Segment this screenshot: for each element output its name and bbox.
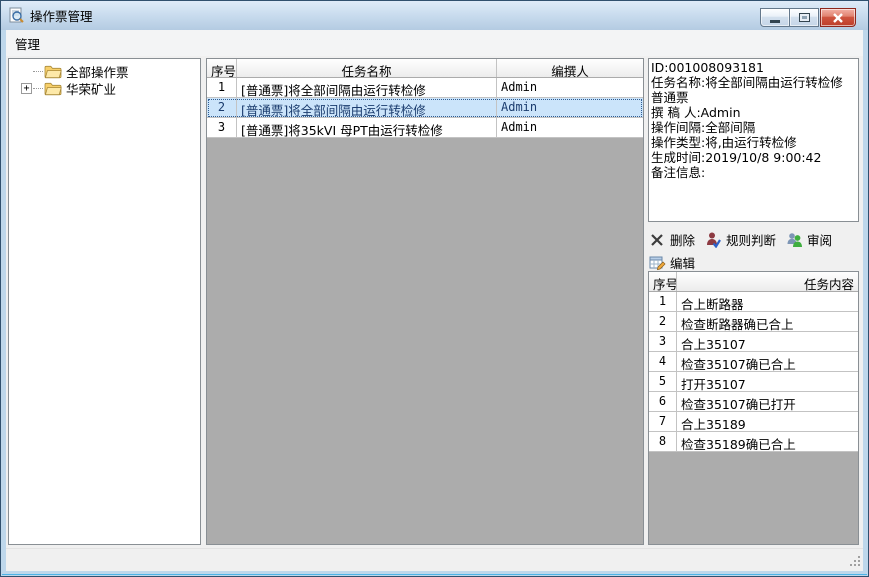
step-grid-panel: 序号 任务内容 1 合上断路器 2 检查断路器确已合上 xyxy=(648,271,859,545)
review-button[interactable]: 审阅 xyxy=(786,230,832,249)
step-row[interactable]: 4 检查35107确已合上 xyxy=(649,352,858,372)
edit-button[interactable]: 编辑 xyxy=(649,253,695,272)
task-name: [普通票]将全部间隔由运行转检修 xyxy=(237,78,497,97)
step-table-header: 序号 任务内容 xyxy=(649,272,858,292)
delete-button[interactable]: 删除 xyxy=(649,230,695,249)
header-step-content[interactable]: 任务内容 xyxy=(677,272,858,291)
step-row[interactable]: 3 合上35107 xyxy=(649,332,858,352)
step-row[interactable]: 8 检查35189确已合上 xyxy=(649,432,858,452)
tree-line xyxy=(33,88,43,89)
close-icon xyxy=(832,13,844,23)
tree-line xyxy=(33,71,43,72)
ticket-details: ID:001008093181 任务名称:将全部间隔由运行转检修 普通票 撰 稿… xyxy=(648,58,859,222)
edit-icon xyxy=(649,254,666,271)
task-grid-panel: 序号 任务名称 编撰人 1 [普通票]将全部间隔由运行转检修 Admin 2 [… xyxy=(206,58,644,545)
review-icon xyxy=(786,231,803,248)
folder-icon xyxy=(44,64,62,79)
menubar: 管理 xyxy=(6,30,863,56)
step-content: 打开35107 xyxy=(677,372,858,391)
titlebar: 操作票管理 xyxy=(1,1,868,30)
step-row[interactable]: 7 合上35189 xyxy=(649,412,858,432)
detail-panel: ID:001008093181 任务名称:将全部间隔由运行转检修 普通票 撰 稿… xyxy=(647,58,860,545)
step-row[interactable]: 1 合上断路器 xyxy=(649,292,858,312)
step-no: 6 xyxy=(649,392,677,411)
tree-item-label: 华荣矿业 xyxy=(66,79,116,98)
step-no: 5 xyxy=(649,372,677,391)
edit-toolbar: 编辑 xyxy=(649,251,705,273)
app-icon xyxy=(8,7,25,24)
header-author[interactable]: 编撰人 xyxy=(497,59,643,77)
step-row[interactable]: 5 打开35107 xyxy=(649,372,858,392)
task-author: Admin xyxy=(497,118,643,137)
step-row[interactable]: 2 检查断路器确已合上 xyxy=(649,312,858,332)
statusbar xyxy=(6,548,863,569)
rule-check-icon xyxy=(705,231,722,248)
step-content: 合上35107 xyxy=(677,332,858,351)
step-content: 检查35189确已合上 xyxy=(677,432,858,451)
minimize-button[interactable] xyxy=(760,8,790,27)
step-content: 合上断路器 xyxy=(677,292,858,311)
tree-item[interactable]: + 华荣矿业 xyxy=(9,80,200,97)
task-row[interactable]: 2 [普通票]将全部间隔由运行转检修 Admin xyxy=(207,98,643,118)
folder-icon xyxy=(44,81,62,96)
action-toolbar: 删除 规则判断 审 xyxy=(649,228,842,250)
delete-icon xyxy=(649,231,666,248)
header-no[interactable]: 序号 xyxy=(207,59,237,77)
step-no: 4 xyxy=(649,352,677,371)
expand-icon[interactable]: + xyxy=(21,83,32,94)
step-content: 合上35189 xyxy=(677,412,858,431)
window-body: + 全部操作票 + xyxy=(6,56,863,571)
task-name: [普通票]将全部间隔由运行转检修 xyxy=(237,98,497,117)
step-no: 1 xyxy=(649,292,677,311)
step-no: 7 xyxy=(649,412,677,431)
tree-item[interactable]: + 全部操作票 xyxy=(9,63,200,80)
menu-manage[interactable]: 管理 xyxy=(6,31,49,56)
task-row[interactable]: 3 [普通票]将35kVⅠ 母PT由运行转检修 Admin xyxy=(207,118,643,138)
window-title: 操作票管理 xyxy=(30,6,93,25)
task-table-header: 序号 任务名称 编撰人 xyxy=(207,59,643,78)
task-name: [普通票]将35kVⅠ 母PT由运行转检修 xyxy=(237,118,497,137)
step-content: 检查35107确已打开 xyxy=(677,392,858,411)
rule-check-button[interactable]: 规则判断 xyxy=(705,230,776,249)
step-no: 3 xyxy=(649,332,677,351)
task-no: 2 xyxy=(207,98,237,117)
task-no: 1 xyxy=(207,78,237,97)
resize-grip[interactable] xyxy=(848,554,860,566)
task-author: Admin xyxy=(497,78,643,97)
maximize-icon xyxy=(799,13,810,22)
task-no: 3 xyxy=(207,118,237,137)
step-content: 检查断路器确已合上 xyxy=(677,312,858,331)
header-name[interactable]: 任务名称 xyxy=(237,59,497,77)
task-author: Admin xyxy=(497,98,643,117)
ticket-tree-panel: + 全部操作票 + xyxy=(8,58,201,545)
task-table: 序号 任务名称 编撰人 1 [普通票]将全部间隔由运行转检修 Admin 2 [… xyxy=(207,59,643,544)
task-row[interactable]: 1 [普通票]将全部间隔由运行转检修 Admin xyxy=(207,78,643,98)
window-controls xyxy=(760,8,856,27)
close-button[interactable] xyxy=(820,8,856,27)
maximize-button[interactable] xyxy=(789,8,819,27)
step-no: 8 xyxy=(649,432,677,451)
minimize-icon xyxy=(770,20,780,23)
step-content: 检查35107确已合上 xyxy=(677,352,858,371)
step-row[interactable]: 6 检查35107确已打开 xyxy=(649,392,858,412)
header-step-no[interactable]: 序号 xyxy=(649,272,677,291)
app-window: 操作票管理 管理 + xyxy=(0,0,869,577)
step-table: 序号 任务内容 1 合上断路器 2 检查断路器确已合上 xyxy=(649,272,858,544)
step-no: 2 xyxy=(649,312,677,331)
